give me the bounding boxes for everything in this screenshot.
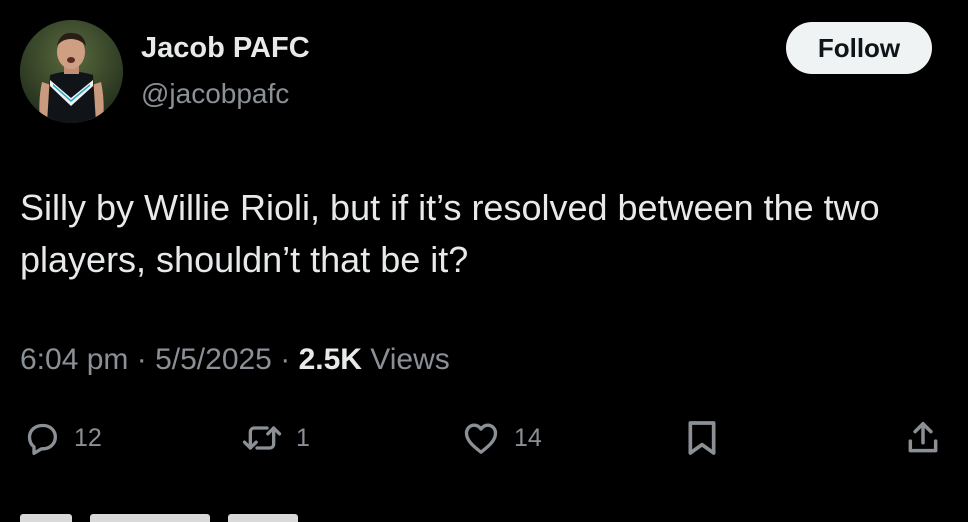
reply-count: 12: [74, 423, 102, 452]
repost-count: 1: [296, 423, 310, 452]
bookmark-icon: [684, 418, 720, 458]
tweet-time[interactable]: 6:04 pm: [20, 343, 128, 376]
repost-icon: [240, 418, 284, 458]
views-label[interactable]: Views: [370, 343, 449, 376]
tweet-meta: 6:04 pm · 5/5/2025 · 2.5K Views: [20, 343, 450, 377]
display-name[interactable]: Jacob PAFC: [141, 32, 310, 65]
user-handle[interactable]: @jacobpafc: [141, 78, 289, 110]
reply-button[interactable]: 12: [22, 415, 102, 461]
tweet-text: Silly by Willie Rioli, but if it’s resol…: [20, 187, 880, 280]
next-item-cutoff: [20, 508, 300, 522]
heart-icon: [460, 418, 502, 458]
share-icon: [904, 418, 942, 458]
avatar[interactable]: [20, 20, 123, 123]
profile-photo-icon: [20, 20, 123, 123]
views-count[interactable]: 2.5K: [299, 343, 362, 376]
repost-button[interactable]: 1: [240, 415, 310, 461]
like-button[interactable]: 14: [460, 415, 542, 461]
tweet-date[interactable]: 5/5/2025: [155, 343, 272, 376]
share-button[interactable]: [904, 415, 942, 461]
follow-button[interactable]: Follow: [786, 22, 932, 74]
like-count: 14: [514, 423, 542, 452]
meta-separator: ·: [136, 343, 147, 376]
reply-icon: [22, 418, 62, 458]
meta-separator: ·: [280, 343, 291, 376]
bookmark-button[interactable]: [684, 415, 720, 461]
